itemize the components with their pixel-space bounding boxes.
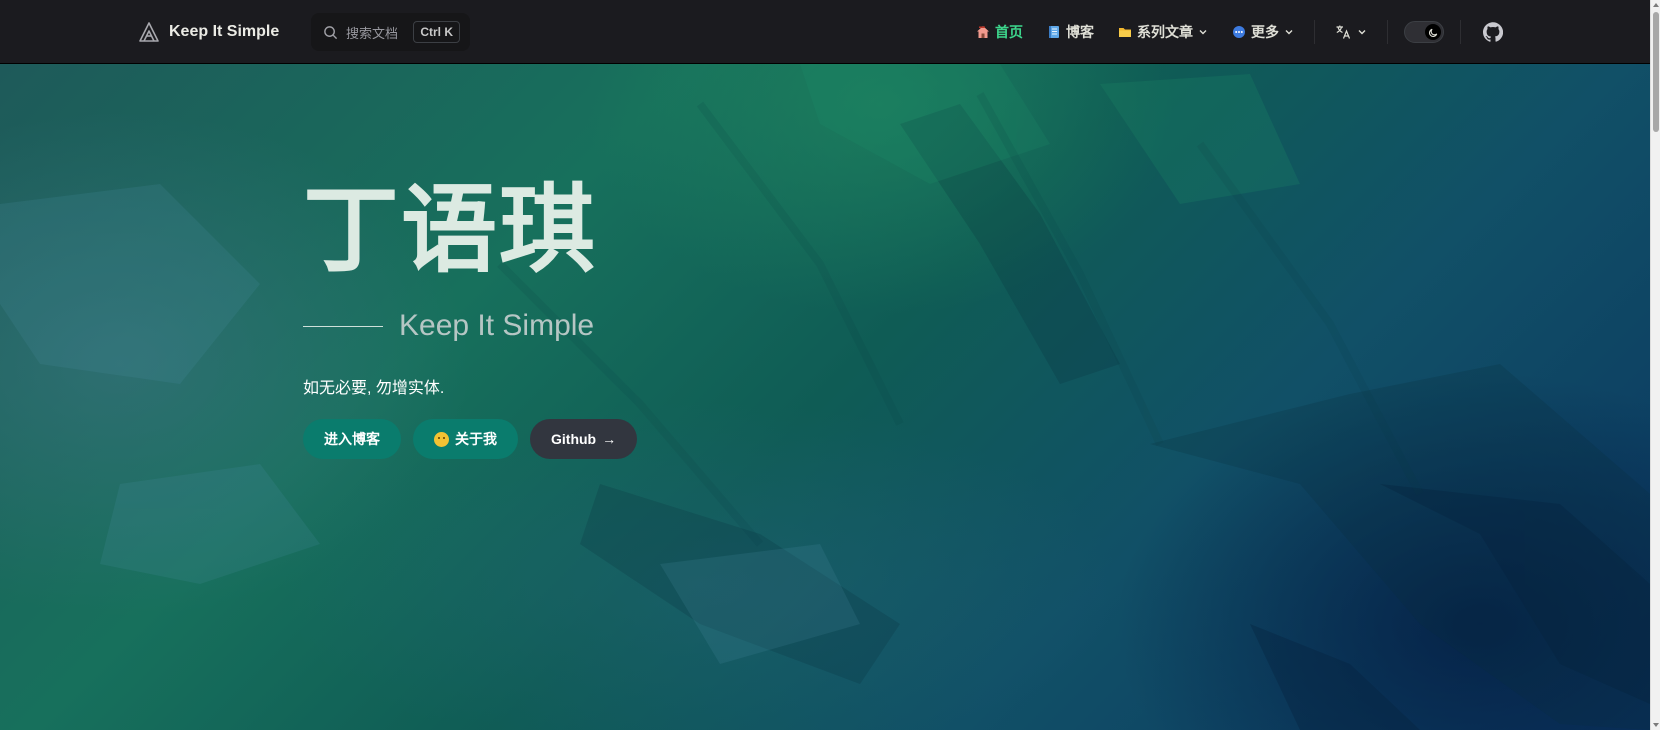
hero-section: 丁语琪 Keep It Simple 如无必要, 勿增实体. 进入博客 关于我 …	[0, 64, 1650, 730]
nav-item-home[interactable]: 首页	[964, 0, 1035, 64]
github-link[interactable]	[1469, 22, 1513, 42]
button-label: Github	[551, 431, 597, 447]
nav-item-label: 首页	[995, 24, 1023, 40]
nav-item-label: 更多	[1251, 24, 1279, 40]
hero-tagline: Keep It Simple	[399, 309, 595, 342]
house-icon	[976, 25, 990, 39]
search-icon	[324, 25, 338, 39]
scroll-up-icon[interactable]	[1653, 3, 1659, 7]
search-placeholder: 搜索文档	[346, 25, 399, 41]
github-button[interactable]: Github →	[530, 419, 638, 459]
notebook-icon	[1047, 25, 1061, 39]
nav-item-label: 系列文章	[1137, 24, 1193, 40]
language-switcher[interactable]	[1323, 24, 1379, 40]
translate-icon	[1336, 25, 1351, 39]
nav-divider	[1314, 20, 1315, 44]
chevron-down-icon	[1358, 30, 1366, 35]
nav-divider	[1460, 20, 1461, 44]
about-me-button[interactable]: 关于我	[413, 419, 518, 459]
moon-icon	[1428, 28, 1437, 37]
arrow-right-icon: →	[602, 431, 617, 447]
nav-item-more[interactable]: 更多	[1220, 0, 1306, 64]
nav-item-label: 博客	[1066, 24, 1094, 40]
site-title: Keep It Simple	[169, 23, 280, 40]
nav-item-series[interactable]: 系列文章	[1106, 0, 1220, 64]
top-navbar: Keep It Simple 搜索文档 Ctrl K 首页 博客 系列文章 更多	[0, 0, 1650, 64]
button-label: 关于我	[455, 431, 497, 447]
github-icon	[1483, 22, 1503, 42]
hero-actions: 进入博客 关于我 Github →	[303, 419, 638, 459]
chevron-down-icon	[1285, 30, 1293, 35]
hero-name: 丁语琪	[303, 174, 597, 286]
page-scrollbar[interactable]	[1650, 0, 1660, 730]
enter-blog-button[interactable]: 进入博客	[303, 419, 401, 459]
hero-divider-line	[303, 326, 383, 327]
mountain-logo-icon	[139, 22, 159, 42]
nav-divider	[1387, 20, 1388, 44]
nav-item-blog[interactable]: 博客	[1035, 0, 1106, 64]
search-shortcut: Ctrl K	[413, 21, 460, 43]
chevron-down-icon	[1199, 30, 1207, 35]
dots-icon	[1232, 25, 1246, 39]
hero-background-texture	[0, 64, 1650, 730]
theme-toggle[interactable]	[1404, 21, 1444, 43]
search-button[interactable]: 搜索文档 Ctrl K	[311, 13, 470, 51]
site-brand[interactable]: Keep It Simple	[137, 20, 279, 44]
folder-icon	[1118, 25, 1132, 39]
scrollbar-thumb[interactable]	[1653, 12, 1659, 132]
smiley-icon	[434, 431, 449, 447]
nav-menu: 首页 博客 系列文章 更多	[964, 0, 1513, 64]
scroll-down-icon[interactable]	[1653, 723, 1659, 727]
theme-knob	[1425, 24, 1441, 40]
hero-description: 如无必要, 勿增实体.	[303, 380, 445, 397]
button-label: 进入博客	[324, 431, 380, 447]
